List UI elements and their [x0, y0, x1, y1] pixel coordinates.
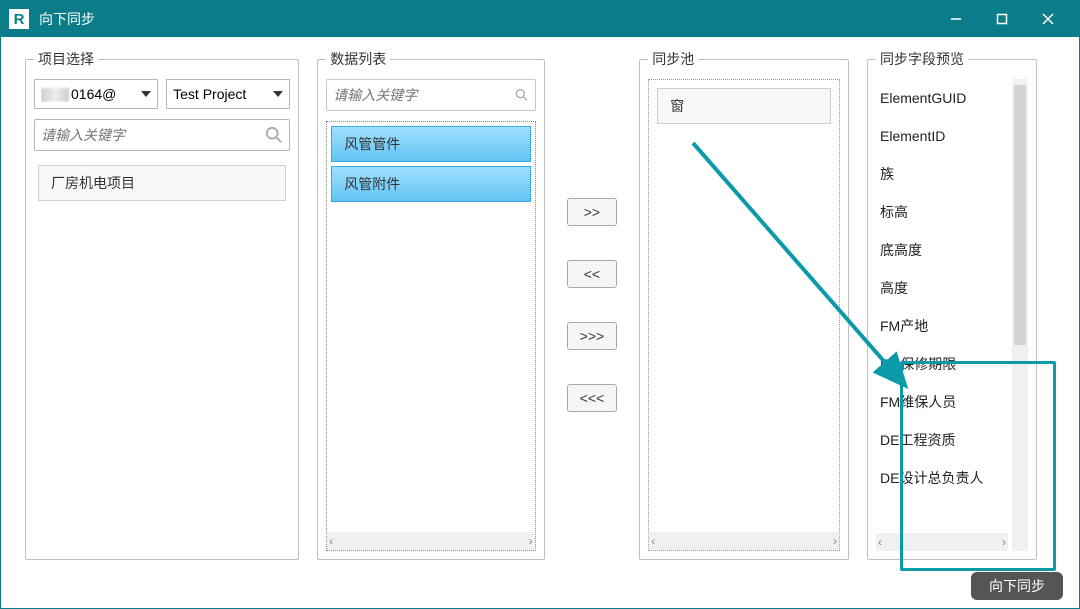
search-icon [515, 86, 528, 104]
data-group: 数据列表 风管管件 风管附件 ‹› [317, 49, 544, 560]
project-group-label: 项目选择 [34, 49, 98, 69]
remove-button[interactable]: << [567, 260, 617, 288]
titlebar: R 向下同步 [1, 1, 1079, 37]
field-row[interactable]: 高度 [876, 269, 1008, 307]
field-row[interactable]: DE工程资质 [876, 421, 1008, 459]
data-search-input[interactable] [333, 87, 515, 103]
field-row[interactable]: FM产地 [876, 307, 1008, 345]
fields-group-label: 同步字段预览 [876, 49, 968, 69]
app-icon: R [9, 9, 29, 29]
project-list-item[interactable]: 厂房机电项目 [38, 165, 286, 201]
remove-all-button[interactable]: <<< [567, 384, 617, 412]
window-title: 向下同步 [39, 9, 95, 29]
add-all-button[interactable]: >>> [567, 322, 617, 350]
field-row[interactable]: 族 [876, 155, 1008, 193]
field-row[interactable]: 底高度 [876, 231, 1008, 269]
chevron-down-icon [273, 91, 283, 97]
close-button[interactable] [1025, 1, 1071, 37]
project-id-dropdown[interactable]: 0164@ [34, 79, 158, 109]
hscroll[interactable]: ‹› [876, 533, 1008, 551]
data-group-label: 数据列表 [326, 49, 390, 69]
footer: 向下同步 [1, 568, 1079, 608]
fields-group: 同步字段预览 ElementGUID ElementID 族 标高 底高度 高度… [867, 49, 1037, 560]
pool-group-label: 同步池 [648, 49, 698, 69]
hscroll[interactable]: ‹› [649, 532, 839, 550]
transfer-buttons: >> << >>> <<< [563, 49, 622, 560]
pool-list: 窗 ‹› [648, 79, 840, 551]
content-area: 项目选择 0164@ Test Project 厂房机电项目 [1, 37, 1079, 568]
data-list-item[interactable]: 风管管件 [331, 126, 530, 162]
project-search[interactable] [34, 119, 290, 151]
field-row[interactable]: FM维保人员 [876, 383, 1008, 421]
sync-button[interactable]: 向下同步 [971, 572, 1063, 600]
data-list-item[interactable]: 风管附件 [331, 166, 530, 202]
chevron-down-icon [141, 91, 151, 97]
minimize-button[interactable] [933, 1, 979, 37]
redacted-icon [41, 88, 69, 102]
data-list: 风管管件 风管附件 ‹› [326, 121, 535, 551]
field-row[interactable]: ElementID [876, 117, 1008, 155]
app-window: R 向下同步 项目选择 0164@ Test Project [0, 0, 1080, 609]
vscroll[interactable] [1012, 79, 1028, 551]
search-icon [265, 126, 283, 144]
field-row[interactable]: 标高 [876, 193, 1008, 231]
pool-group: 同步池 窗 ‹› [639, 49, 849, 560]
project-name-dropdown[interactable]: Test Project [166, 79, 290, 109]
project-search-input[interactable] [41, 127, 265, 143]
add-button[interactable]: >> [567, 198, 617, 226]
project-group: 项目选择 0164@ Test Project 厂房机电项目 [25, 49, 299, 560]
field-row[interactable]: FM保修期限 [876, 345, 1008, 383]
pool-list-item[interactable]: 窗 [657, 88, 831, 124]
maximize-button[interactable] [979, 1, 1025, 37]
field-row[interactable]: DE设计总负责人 [876, 459, 1008, 497]
hscroll[interactable]: ‹› [327, 532, 534, 550]
project-list: 厂房机电项目 [34, 161, 290, 551]
fields-list: ElementGUID ElementID 族 标高 底高度 高度 FM产地 F… [876, 79, 1008, 551]
data-search[interactable] [326, 79, 535, 111]
field-row[interactable]: ElementGUID [876, 79, 1008, 117]
